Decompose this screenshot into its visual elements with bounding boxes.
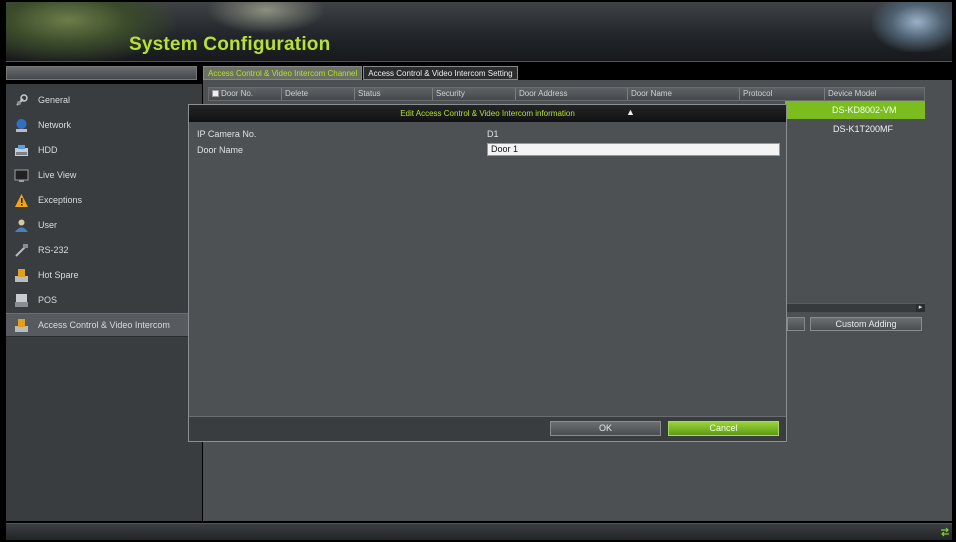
sidebar-item-label: User: [38, 220, 58, 230]
sidebar-item-rs232[interactable]: RS-232: [6, 238, 202, 262]
sidebar-item-label: Hot Spare: [38, 270, 79, 280]
monitor-icon: [14, 168, 29, 183]
sidebar-item-access-control[interactable]: Access Control & Video Intercom: [6, 313, 202, 337]
serial-icon: [14, 243, 29, 258]
pos-icon: [14, 293, 29, 308]
intercom-icon: [14, 318, 29, 333]
column-header-status: Status: [355, 88, 433, 100]
page-title: System Configuration: [129, 34, 331, 55]
door-name-input[interactable]: Door 1: [487, 143, 780, 156]
sidebar-item-label: Exceptions: [38, 195, 83, 205]
custom-adding-button[interactable]: Custom Adding: [810, 317, 922, 331]
sidebar-item-label: POS: [38, 295, 58, 305]
table-action-button[interactable]: [787, 317, 805, 331]
wrench-icon: [14, 93, 29, 108]
tab-channel[interactable]: Access Control & Video Intercom Channel: [203, 66, 363, 80]
edit-dialog: Edit Access Control & Video Intercom inf…: [188, 104, 787, 442]
camera-no-label: IP Camera No.: [197, 129, 257, 139]
status-bar: [6, 523, 952, 540]
hdd-icon: [14, 143, 29, 158]
network-status-icon: [940, 527, 950, 537]
tab-setting[interactable]: Access Control & Video Intercom Setting: [363, 66, 518, 80]
network-icon: [14, 118, 29, 133]
dialog-title-bar[interactable]: Edit Access Control & Video Intercom inf…: [189, 105, 786, 122]
table-row-device-model[interactable]: DS-K1T200MF: [827, 121, 925, 137]
table-row-device-model[interactable]: DS-KD8002-VM: [827, 101, 925, 119]
horizontal-scrollbar[interactable]: ▸: [787, 303, 925, 312]
camera-no-value: D1: [487, 129, 499, 139]
sidebar-item-exceptions[interactable]: Exceptions: [6, 188, 202, 212]
sidebar-item-label: Network: [38, 120, 72, 130]
scroll-right-icon[interactable]: ▸: [916, 304, 925, 312]
sidebar-item-label: RS-232: [38, 245, 69, 255]
sidebar-item-live-view[interactable]: Live View: [6, 163, 202, 187]
tab-bar: Access Control & Video Intercom Channel …: [203, 66, 519, 80]
sidebar-item-hot-spare[interactable]: Hot Spare: [6, 263, 202, 287]
column-header-door-no[interactable]: Door No.: [209, 88, 282, 100]
ok-button[interactable]: OK: [550, 421, 661, 436]
column-header-door-address: Door Address: [516, 88, 628, 100]
column-header-protocol: Protocol: [740, 88, 825, 100]
sidebar-header: [6, 66, 197, 80]
sidebar-item-general[interactable]: General: [6, 88, 202, 112]
dialog-title: Edit Access Control & Video Intercom inf…: [400, 109, 575, 118]
header-decoration: [206, 2, 326, 34]
column-header-security: Security: [433, 88, 516, 100]
door-name-label: Door Name: [197, 145, 244, 155]
warning-icon: [14, 193, 29, 208]
sidebar-item-pos[interactable]: POS: [6, 288, 202, 312]
table-header: Door No. Delete Status Security Door Add…: [208, 87, 925, 101]
user-icon: [14, 218, 29, 233]
dialog-footer: OK Cancel: [189, 416, 786, 441]
column-header-delete: Delete: [282, 88, 355, 100]
select-all-checkbox[interactable]: [212, 90, 219, 97]
sidebar-item-label: General: [38, 95, 71, 105]
sidebar-item-network[interactable]: Network: [6, 113, 202, 137]
column-header-door-name: Door Name: [628, 88, 740, 100]
header-decoration: [872, 2, 952, 52]
column-header-device-model: Device Model: [828, 89, 877, 98]
sidebar: General Network HDD Live View Exceptions…: [6, 84, 202, 521]
sidebar-item-label: Access Control & Video Intercom: [38, 320, 170, 330]
sidebar-item-user[interactable]: User: [6, 213, 202, 237]
sidebar-item-label: HDD: [38, 145, 58, 155]
mouse-cursor-icon: ▲: [626, 107, 635, 117]
cancel-button[interactable]: Cancel: [668, 421, 779, 436]
header-banner: System Configuration: [6, 2, 952, 62]
table-row-highlight: [785, 101, 827, 119]
sidebar-item-hdd[interactable]: HDD: [6, 138, 202, 162]
hot-spare-icon: [14, 268, 29, 283]
sidebar-item-label: Live View: [38, 170, 77, 180]
